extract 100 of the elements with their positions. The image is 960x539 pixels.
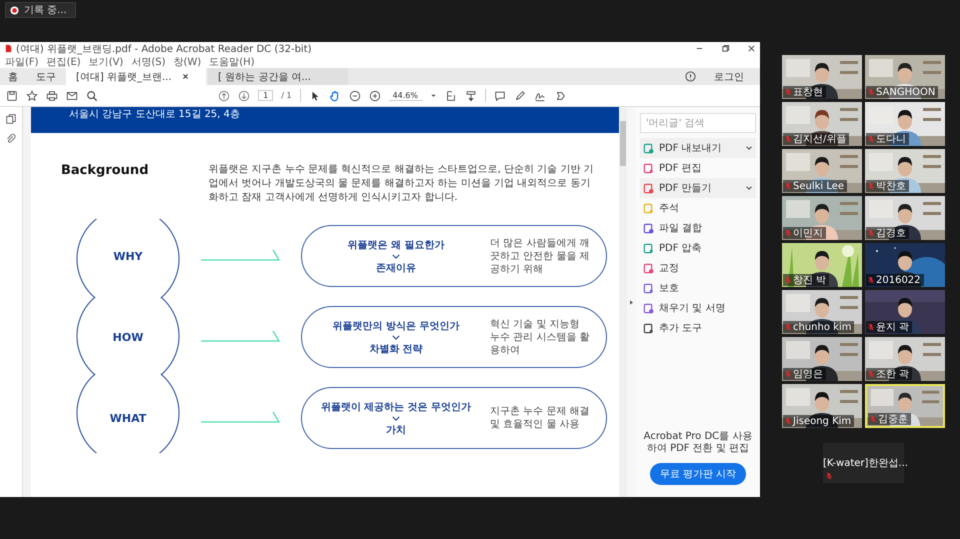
- chevron-down-icon[interactable]: [745, 144, 753, 152]
- tool-item[interactable]: PDF 편집: [640, 158, 756, 178]
- tool-label: PDF 내보내기: [659, 142, 723, 155]
- tool-item[interactable]: 채우기 및 서명: [640, 298, 756, 318]
- restore-icon[interactable]: [721, 44, 730, 53]
- collapse-icon[interactable]: [628, 298, 635, 306]
- answer-text: 차별화 전략: [369, 342, 423, 356]
- video-tile[interactable]: 김경호: [865, 196, 945, 240]
- participant-name: Seulki Lee: [793, 180, 844, 192]
- comment-icon[interactable]: [494, 90, 506, 102]
- video-tile[interactable]: 도다니: [865, 102, 945, 146]
- tool-item[interactable]: PDF 내보내기: [640, 138, 756, 158]
- tool-item[interactable]: 교정: [640, 258, 756, 278]
- login-button[interactable]: 로그인: [708, 68, 750, 85]
- trial-button[interactable]: 무료 평가판 시작: [650, 463, 746, 485]
- page-down-icon[interactable]: [238, 90, 250, 102]
- video-tile[interactable]: 임영은: [782, 337, 862, 381]
- video-tile[interactable]: 조한 곽: [865, 337, 945, 381]
- video-tile[interactable]: 윤지 곽: [865, 290, 945, 334]
- scrollbar[interactable]: [619, 107, 627, 497]
- document-tab[interactable]: [여대] 위플랫_브랜...: [66, 68, 206, 85]
- tool-item[interactable]: 추가 도구: [640, 318, 756, 338]
- menu-item[interactable]: 편집(E): [46, 54, 81, 68]
- participant-name: 표창현: [793, 86, 823, 99]
- menu-item[interactable]: 서명(S): [131, 54, 166, 68]
- tool-label: 추가 도구: [659, 322, 704, 335]
- question-text: 위플랫이 제공하는 것은 무엇인가: [320, 400, 472, 414]
- record-icon: [10, 6, 19, 14]
- page-up-icon[interactable]: [218, 90, 230, 102]
- video-tile[interactable]: 김중훈: [865, 384, 945, 428]
- pen-icon[interactable]: [514, 90, 526, 102]
- participant-name: 이민지: [793, 227, 823, 240]
- video-tile[interactable]: 창진 박: [782, 243, 862, 287]
- participant-name: 김경호: [876, 227, 906, 240]
- nav-tab[interactable]: 홈: [0, 68, 26, 85]
- search-icon[interactable]: [86, 90, 98, 102]
- address-text: 서울시 강남구 도산대로 15길 25, 4층: [69, 108, 240, 121]
- participant-name: 김중훈: [878, 413, 908, 426]
- pages-icon[interactable]: [5, 113, 17, 125]
- video-tile[interactable]: 김지선/위플: [782, 102, 862, 146]
- print-icon[interactable]: [46, 90, 58, 102]
- video-tile[interactable]: SANGHOON: [865, 55, 945, 99]
- menu-item[interactable]: 도움말(H): [209, 54, 255, 68]
- close-icon[interactable]: [182, 73, 189, 80]
- zoom-dropdown[interactable]: 44.6%: [388, 90, 422, 100]
- menu-item[interactable]: 보기(V): [88, 54, 124, 68]
- caret-icon[interactable]: [430, 92, 437, 99]
- save-icon[interactable]: [6, 90, 18, 102]
- video-tile[interactable]: Jiseong Kim: [782, 384, 862, 428]
- question-text: 위플랫은 왜 필요한가: [348, 238, 444, 252]
- participant-name: Jiseong Kim: [793, 416, 852, 426]
- video-tile[interactable]: 이민지: [782, 196, 862, 240]
- diagram-label: HOW: [112, 330, 144, 344]
- document-tab[interactable]: [ 원하는 공간을 여...: [208, 68, 348, 85]
- menu-item[interactable]: 파일(F): [5, 54, 39, 68]
- participant-name: 2016022: [876, 274, 921, 286]
- chevron-icon: [392, 334, 400, 340]
- participant-name: 창진 박: [793, 274, 826, 287]
- description-text: 더 많은 사람들에게 깨끗하고 안전한 물을 제공하기 위해: [490, 236, 591, 276]
- video-tile[interactable]: Seulki Lee: [782, 149, 862, 193]
- tool-label: 보호: [659, 282, 680, 295]
- close-icon[interactable]: [747, 44, 756, 53]
- menu-item[interactable]: 창(W): [174, 54, 202, 68]
- video-tile[interactable]: chunho kim: [782, 290, 862, 334]
- participant-name: 박찬호: [876, 180, 906, 193]
- zoom-out-icon[interactable]: [348, 90, 361, 102]
- description-text: 지구촌 누수 문제 해결 및 효율적인 물 사용: [490, 405, 591, 431]
- chevron-icon: [392, 416, 400, 420]
- tool-item[interactable]: 보호: [640, 278, 756, 298]
- participant-name: 조한 곽: [876, 368, 910, 381]
- pdf-icon: [4, 44, 13, 53]
- section-heading: Background: [61, 163, 148, 178]
- tab-label: [ 원하는 공간을 여...: [218, 70, 311, 84]
- nav-tab[interactable]: 도구: [28, 68, 64, 85]
- zoom-in-icon[interactable]: [368, 90, 381, 102]
- participant-name: 도다니: [876, 133, 906, 146]
- participant-name: 윤지 곽: [876, 321, 910, 334]
- paperclip-icon[interactable]: [5, 133, 17, 145]
- video-tile[interactable]: 박찬호: [865, 149, 945, 193]
- video-tile[interactable]: 2016022: [865, 243, 945, 287]
- tool-label: 파일 결합: [659, 222, 704, 235]
- answer-text: 가치: [386, 424, 406, 436]
- tab-label: [여대] 위플랫_브랜...: [76, 70, 172, 84]
- help-icon[interactable]: [685, 71, 696, 82]
- chevron-down-icon[interactable]: [745, 184, 753, 192]
- promo-text: Acrobat Pro DC를 사용하여 PDF 전환 및 편집: [642, 431, 754, 455]
- tool-item[interactable]: PDF 압축: [640, 238, 756, 258]
- tool-item[interactable]: 파일 결합: [640, 218, 756, 238]
- star-icon[interactable]: [26, 90, 38, 102]
- mail-icon[interactable]: [66, 90, 78, 102]
- page-number-field[interactable]: 1: [258, 90, 274, 101]
- question-text: 위플랫만의 방식은 무엇인가: [332, 320, 460, 332]
- hand-icon[interactable]: [328, 90, 341, 102]
- tool-label: PDF 만들기: [659, 182, 713, 195]
- video-tile[interactable]: 표창현: [782, 55, 862, 99]
- participant-name: SANGHOON: [876, 86, 936, 98]
- answer-text: 존재이유: [376, 262, 416, 274]
- window-title: (여대) 위플랫_브랜딩.pdf - Adobe Acrobat Reader DC (32-bit): [16, 42, 312, 56]
- tool-item[interactable]: 주석: [640, 198, 756, 218]
- tool-item[interactable]: PDF 만들기: [640, 178, 756, 198]
